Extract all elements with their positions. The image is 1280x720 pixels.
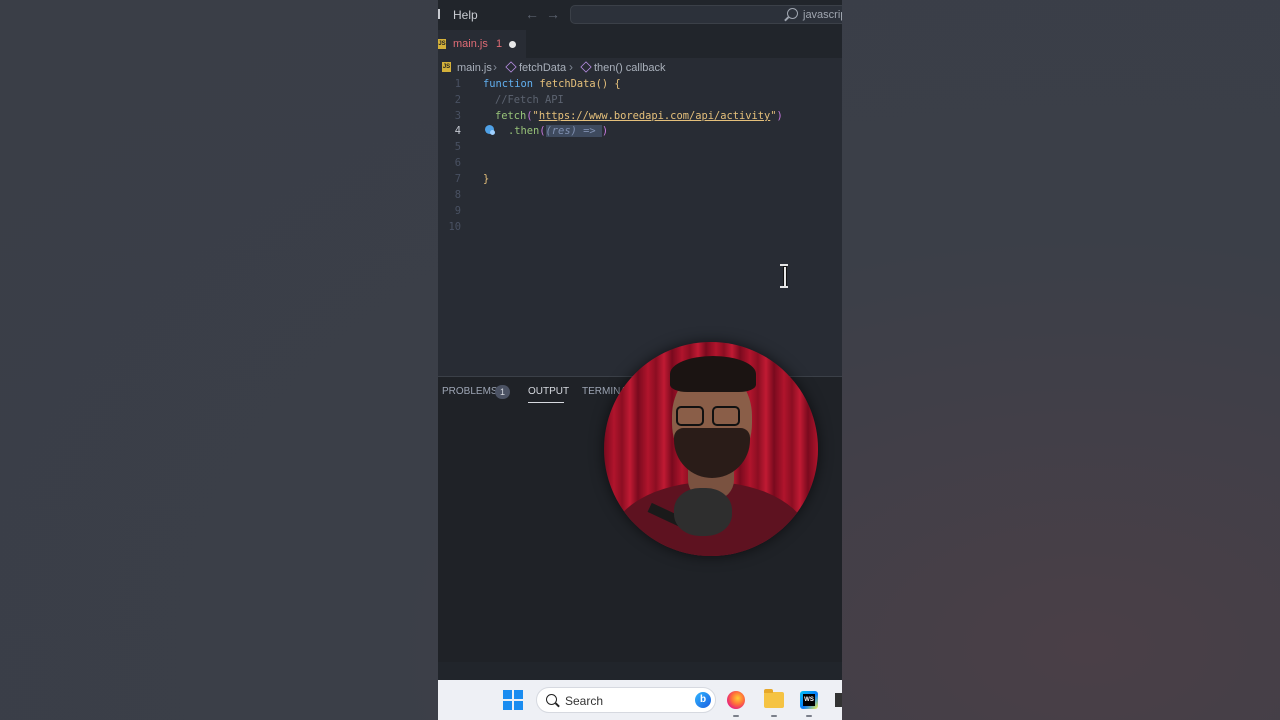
function-name: fetchData bbox=[539, 78, 596, 90]
forward-arrow-icon[interactable]: → bbox=[546, 6, 560, 22]
vscode-window: Help ← → javascript JS main.js 1 JS main… bbox=[438, 0, 842, 720]
active-tab-indicator bbox=[528, 402, 564, 403]
bing-icon[interactable]: b bbox=[695, 692, 711, 708]
unsaved-dot-icon[interactable] bbox=[509, 41, 516, 48]
line-number: 8 bbox=[454, 189, 461, 201]
tab-problem-count: 1 bbox=[496, 38, 503, 50]
lightbulb-icon[interactable] bbox=[485, 125, 495, 135]
tab-output[interactable]: OUTPUT bbox=[528, 386, 569, 397]
i-beam-cursor-icon bbox=[780, 264, 788, 288]
menu-edge-marker bbox=[438, 9, 440, 19]
breadcrumb-callback[interactable]: then() callback bbox=[594, 62, 666, 74]
keyword-function: function bbox=[483, 78, 534, 90]
taskbar-search-label: Search bbox=[565, 694, 604, 708]
inline-suggestion: (res) => bbox=[545, 125, 602, 137]
back-arrow-icon[interactable]: ← bbox=[525, 6, 539, 22]
breadcrumb: JS main.js › fetchData › then() callback bbox=[438, 58, 842, 78]
close-paren: ) bbox=[601, 125, 609, 137]
menu-help[interactable]: Help bbox=[453, 8, 478, 22]
tab-problems[interactable]: PROBLEMS bbox=[442, 386, 498, 397]
open-brace: { bbox=[614, 78, 621, 90]
code-line-3: fetch("https://www.boredapi.com/api/acti… bbox=[495, 110, 783, 122]
parens: () bbox=[595, 78, 609, 90]
chevron-right-icon: › bbox=[493, 60, 497, 74]
command-center-text: javascript bbox=[803, 9, 842, 21]
problems-count-badge: 1 bbox=[495, 385, 510, 399]
code-line-2-comment: //Fetch API bbox=[495, 94, 564, 106]
search-icon bbox=[546, 694, 557, 705]
running-indicator bbox=[771, 715, 777, 717]
line-number: 2 bbox=[454, 94, 461, 106]
line-number: 3 bbox=[454, 110, 461, 122]
method-cube-icon bbox=[505, 61, 517, 73]
status-bar bbox=[438, 662, 842, 680]
code-line-4: .then((res) => ) bbox=[508, 125, 608, 137]
tab-filename: main.js bbox=[453, 38, 488, 50]
open-paren: ( bbox=[539, 125, 546, 137]
search-icon bbox=[787, 8, 798, 19]
taskbar-app-icon[interactable] bbox=[835, 693, 842, 707]
microphone-icon bbox=[674, 488, 732, 536]
code-line-7: } bbox=[483, 173, 489, 185]
then-method: .then bbox=[508, 125, 540, 137]
code-editor[interactable]: 1 2 3 4 5 6 7 8 9 10 function fetchData(… bbox=[438, 78, 842, 376]
line-number-active: 4 bbox=[454, 125, 461, 137]
close-brace: } bbox=[483, 173, 490, 185]
method-cube-icon bbox=[580, 61, 592, 73]
line-number: 5 bbox=[454, 141, 461, 153]
line-number: 6 bbox=[454, 157, 461, 169]
windows-start-icon[interactable] bbox=[503, 690, 523, 710]
breadcrumb-function[interactable]: fetchData bbox=[519, 62, 566, 74]
api-url-string[interactable]: https://www.boredapi.com/api/activity bbox=[539, 110, 770, 122]
javascript-file-icon: JS bbox=[438, 39, 446, 49]
running-indicator bbox=[733, 715, 739, 717]
javascript-file-icon: JS bbox=[442, 62, 451, 72]
command-center-search[interactable]: javascript bbox=[570, 5, 842, 24]
webstorm-icon[interactable] bbox=[800, 691, 818, 709]
webcam-overlay bbox=[604, 342, 818, 556]
editor-tab-bar: JS main.js 1 bbox=[438, 30, 842, 58]
line-number: 9 bbox=[454, 205, 461, 217]
line-number: 10 bbox=[448, 221, 461, 233]
glasses-icon bbox=[676, 406, 704, 426]
close-paren: ) bbox=[776, 110, 783, 122]
code-line-1: function fetchData() { bbox=[483, 78, 621, 90]
title-bar: Help ← → javascript bbox=[438, 0, 842, 30]
chevron-right-icon: › bbox=[569, 60, 573, 74]
line-number: 1 bbox=[454, 78, 461, 90]
glasses-icon bbox=[712, 406, 740, 426]
presenter-beard bbox=[674, 428, 750, 478]
taskbar-search[interactable]: Search b bbox=[536, 687, 716, 713]
firefox-icon[interactable] bbox=[727, 691, 745, 709]
presenter-hair bbox=[670, 356, 756, 392]
file-explorer-icon[interactable] bbox=[764, 689, 784, 708]
fetch-call: fetch bbox=[495, 110, 527, 122]
breadcrumb-file[interactable]: main.js bbox=[457, 62, 492, 74]
tab-main-js[interactable]: JS main.js 1 bbox=[438, 30, 526, 58]
running-indicator bbox=[806, 715, 812, 717]
windows-taskbar: Search b bbox=[438, 680, 842, 720]
line-number: 7 bbox=[454, 173, 461, 185]
